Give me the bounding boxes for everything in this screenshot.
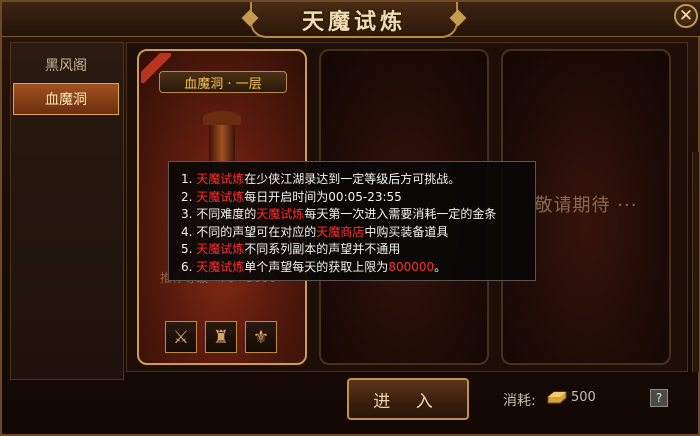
reward-slot-weapon[interactable]: ⚔ — [165, 321, 197, 353]
enter-button-label: 进 入 — [373, 391, 443, 412]
sidebar-item-label: 血魔洞 — [45, 92, 87, 108]
title-plate: 天魔试炼 — [250, 2, 458, 38]
tooltip-line: 5. 天魔试炼不同系列副本的声望并不通用 — [181, 241, 535, 259]
highlight-text: 天魔商店 — [316, 224, 365, 239]
cost-value: 500 — [571, 390, 596, 405]
sidebar-item-xuemodong[interactable]: 血魔洞 — [13, 83, 119, 115]
sidebar-item-label: 黑风阁 — [45, 58, 87, 74]
line-text: 。 — [434, 259, 447, 274]
window-title: 天魔试炼 — [301, 9, 406, 35]
line-number: 4. — [181, 224, 193, 239]
line-text: 不同系列副本的声望并不通用 — [244, 242, 401, 256]
line-text: 在少侠江湖录达到一定等级后方可挑战。 — [244, 172, 461, 186]
scrollbar[interactable] — [692, 152, 699, 372]
rules-tooltip: 1. 天魔试炼在少侠江湖录达到一定等级后方可挑战。 2. 天魔试炼每日开启时间为… — [168, 161, 536, 281]
close-icon: ✕ — [678, 6, 694, 26]
line-number: 2. — [181, 189, 193, 204]
reward-slot-amulet[interactable]: ⚜ — [245, 321, 277, 353]
highlight-text: 天魔试炼 — [196, 189, 245, 204]
tooltip-line: 1. 天魔试炼在少侠江湖录达到一定等级后方可挑战。 — [181, 171, 535, 189]
dungeon-name-plate: 血魔洞 · 一层 — [159, 71, 287, 93]
help-button[interactable]: ? — [650, 389, 668, 407]
line-text: 每日开启时间为00:05-23:55 — [244, 189, 402, 204]
line-number: 3. — [181, 207, 193, 221]
line-text: 中购买装备道具 — [364, 224, 449, 239]
reward-slot-armor[interactable]: ♜ — [205, 321, 237, 353]
highlight-text: 天魔试炼 — [196, 172, 245, 186]
line-text: 单个声望每天的获取上限为 — [244, 259, 389, 274]
gold-bar-icon — [547, 391, 567, 404]
highlight-text: 天魔试炼 — [196, 259, 245, 274]
title-bar: 天魔试炼 — [2, 2, 700, 38]
cost-label: 消耗: — [503, 393, 536, 409]
line-text: 不同难度的 — [196, 207, 257, 221]
dungeon-name: 血魔洞 · 一层 — [184, 76, 262, 92]
line-text: 不同的声望可在对应的 — [196, 224, 317, 239]
tooltip-line: 3. 不同难度的天魔试炼每天第一次进入需要消耗一定的金条 — [181, 206, 535, 224]
tooltip-line: 2. 天魔试炼每日开启时间为00:05-23:55 — [181, 189, 535, 207]
line-number: 6. — [181, 259, 193, 274]
highlight-text: 天魔试炼 — [196, 242, 245, 256]
line-text: 每天第一次进入需要消耗一定的金条 — [304, 207, 497, 221]
line-number: 1. — [181, 172, 193, 186]
sidebar-item-heifengge[interactable]: 黑风阁 — [13, 49, 119, 81]
weapon-icon: ⚔ — [172, 326, 190, 348]
highlight-text: 天魔试炼 — [256, 207, 305, 221]
amulet-icon: ⚜ — [252, 326, 270, 348]
window-frame: 天魔试炼 ✕ 黑风阁 血魔洞 血魔洞 · 一层 ⚔ ♜ ⚜ 敬请期待 ··· 1… — [0, 0, 700, 436]
sidebar: 黑风阁 血魔洞 — [10, 42, 124, 380]
line-number: 5. — [181, 242, 193, 256]
close-button[interactable]: ✕ — [674, 4, 698, 28]
tooltip-line: 6. 天魔试炼单个声望每天的获取上限为800000。 — [181, 259, 535, 277]
help-icon: ? — [655, 391, 663, 405]
highlight-text: 800000 — [388, 259, 435, 274]
enter-button[interactable]: 进 入 — [347, 378, 469, 420]
tooltip-line: 4. 不同的声望可在对应的天魔商店中购买装备道具 — [181, 224, 535, 242]
armor-icon: ♜ — [212, 326, 230, 348]
